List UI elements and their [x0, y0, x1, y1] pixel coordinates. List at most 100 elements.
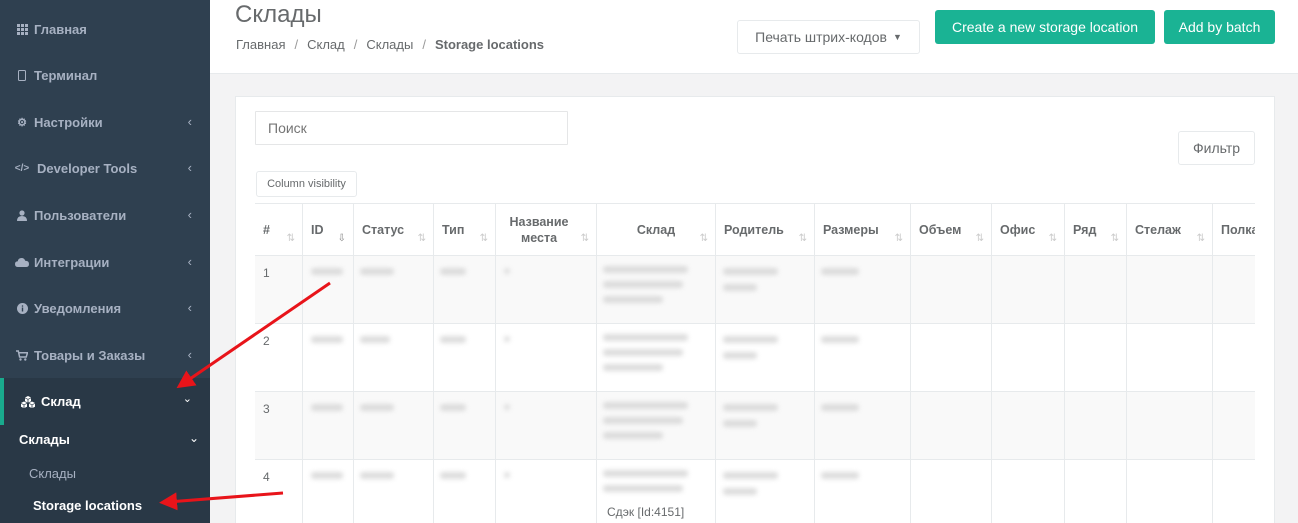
table-cell — [911, 460, 992, 523]
column-header-label: Полка — [1221, 223, 1255, 237]
chevron-left-icon: ‹ — [187, 160, 192, 175]
redacted-text — [723, 268, 778, 275]
sort-icon: ⇅ — [975, 233, 984, 244]
sort-icon: ⇅ — [1110, 233, 1119, 244]
table-cell — [815, 256, 911, 323]
table-cell — [1213, 324, 1255, 391]
breadcrumb-warehouses[interactable]: Склады — [366, 37, 413, 52]
column-header-office[interactable]: Офис ⇅ — [992, 204, 1065, 256]
column-header-label: # — [263, 223, 270, 237]
column-header-rack[interactable]: Стелаж ⇅ — [1127, 204, 1213, 256]
print-barcodes-label: Печать штрих-кодов — [755, 29, 887, 45]
cloud-icon — [14, 257, 30, 267]
redacted-text — [311, 268, 343, 275]
column-header-type[interactable]: Тип ⇅ — [434, 204, 496, 256]
table-cell — [354, 324, 434, 391]
row-index: 1 — [263, 266, 270, 280]
column-header-index[interactable]: # ⇅ — [255, 204, 303, 256]
sidebar-item-settings[interactable]: ⚙ Настройки ‹ — [0, 99, 210, 145]
redacted-text — [440, 268, 466, 275]
table-cell — [303, 324, 354, 391]
filter-button[interactable]: Фильтр — [1178, 131, 1255, 165]
column-header-location-name[interactable]: Название места ⇅ — [496, 204, 597, 256]
table-cell — [1065, 256, 1127, 323]
sidebar-subitem-storage-locations[interactable]: Storage locations — [33, 498, 142, 513]
column-header-parent[interactable]: Родитель ⇅ — [716, 204, 815, 256]
sidebar-item-terminal[interactable]: Терминал — [0, 52, 210, 98]
redacted-text — [603, 281, 683, 288]
table-row[interactable]: 2 — [255, 324, 1255, 392]
redacted-text — [504, 404, 510, 410]
grid-icon — [14, 23, 30, 35]
redacted-text — [360, 268, 394, 275]
column-header-volume[interactable]: Объем ⇅ — [911, 204, 992, 256]
info-icon — [14, 302, 30, 314]
redacted-text — [440, 404, 466, 411]
print-barcodes-button[interactable]: Печать штрих-кодов ▼ — [737, 20, 920, 54]
breadcrumb-separator: / — [353, 37, 358, 52]
redacted-text — [603, 432, 663, 439]
sidebar-item-products-orders[interactable]: Товары и Заказы ‹ — [0, 332, 210, 378]
sidebar-item-label: Склад — [41, 394, 81, 409]
sidebar-item-label: Уведомления — [34, 300, 122, 316]
row-index: 4 — [263, 470, 270, 484]
search-input[interactable] — [255, 111, 568, 145]
sidebar-item-label: Настройки — [34, 114, 103, 130]
sidebar-item-integrations[interactable]: Интеграции ‹ — [0, 239, 210, 285]
caret-down-icon: ▼ — [892, 32, 902, 42]
column-header-id[interactable]: ID ⇩ — [303, 204, 354, 256]
table-cell — [911, 324, 992, 391]
redacted-text — [603, 402, 688, 409]
breadcrumb-separator: / — [422, 37, 426, 52]
redacted-text — [504, 336, 510, 342]
column-header-warehouse[interactable]: Склад ⇅ — [597, 204, 716, 256]
table-cell — [496, 392, 597, 459]
breadcrumb-warehouse[interactable]: Склад — [307, 37, 345, 52]
table-row[interactable]: 3 — [255, 392, 1255, 460]
sidebar-item-notifications[interactable]: Уведомления ‹ — [0, 285, 210, 331]
table-cell — [1127, 324, 1213, 391]
table-cell — [354, 256, 434, 323]
column-header-label: Тип — [442, 223, 465, 237]
column-header-label: Объем — [919, 223, 962, 237]
column-visibility-button[interactable]: Column visibility — [256, 171, 357, 197]
row-index: 2 — [263, 334, 270, 348]
table-row[interactable]: 1 — [255, 256, 1255, 324]
table-cell — [1065, 392, 1127, 459]
redacted-text — [504, 268, 510, 274]
breadcrumb-home[interactable]: Главная — [236, 37, 285, 52]
column-header-label: Офис — [1000, 223, 1036, 237]
create-storage-location-button[interactable]: Create a new storage location — [935, 10, 1155, 44]
sort-icon: ⇅ — [286, 233, 295, 244]
table-cell — [1065, 460, 1127, 523]
breadcrumb-current: Storage locations — [434, 37, 545, 52]
chevron-left-icon: ‹ — [187, 300, 192, 315]
table-row[interactable]: 4 — [255, 460, 1255, 523]
redacted-text — [821, 336, 859, 343]
table-cell — [1127, 392, 1213, 459]
add-by-batch-button[interactable]: Add by batch — [1164, 10, 1275, 44]
table-header: # ⇅ ID ⇩ Статус ⇅ Тип ⇅ Название места ⇅ Скла… — [255, 203, 1255, 256]
table-cell — [354, 460, 434, 523]
sort-icon: ⇅ — [798, 233, 807, 244]
page-title: Склады — [235, 1, 322, 28]
sidebar-subitem-warehouses[interactable]: Склады — [29, 466, 76, 481]
sidebar-item-developer-tools[interactable]: </> Developer Tools ‹ — [0, 145, 210, 191]
redacted-text — [360, 472, 394, 479]
redacted-text — [723, 336, 778, 343]
table-cell — [1127, 256, 1213, 323]
sidebar-item-home[interactable]: Главная — [0, 6, 210, 52]
sidebar-subgroup-warehouses[interactable]: Склады — [19, 432, 70, 447]
column-header-row[interactable]: Ряд ⇅ — [1065, 204, 1127, 256]
sidebar-item-users[interactable]: Пользователи ‹ — [0, 192, 210, 238]
column-header-dimensions[interactable]: Размеры ⇅ — [815, 204, 911, 256]
table-cell — [992, 324, 1065, 391]
column-header-shelf[interactable]: Полка — [1213, 204, 1255, 256]
table-cell — [434, 392, 496, 459]
sidebar-item-label: Developer Tools — [37, 160, 138, 176]
table-cell — [496, 256, 597, 323]
user-icon — [14, 209, 30, 221]
column-header-label: Ряд — [1073, 223, 1097, 237]
column-header-status[interactable]: Статус ⇅ — [354, 204, 434, 256]
sidebar-item-warehouse[interactable]: Склад ⌄ — [0, 378, 210, 425]
